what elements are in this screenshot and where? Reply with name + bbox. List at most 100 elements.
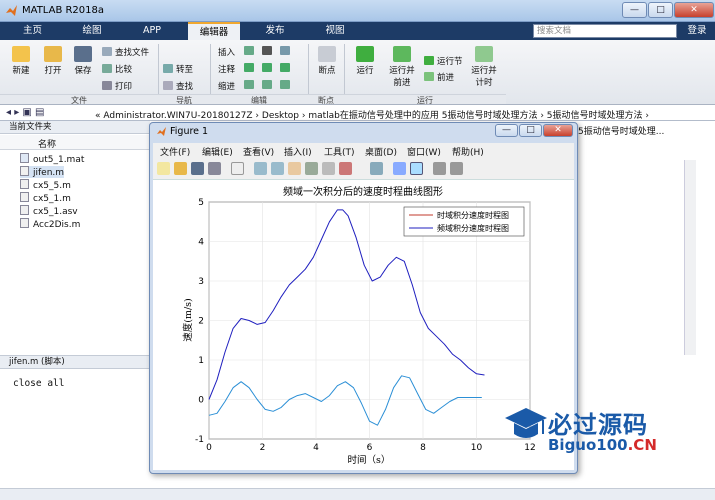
find-button[interactable]: 查找 (163, 80, 193, 92)
legend-icon[interactable] (410, 162, 423, 175)
run-and-time-button[interactable]: 运行并 计时 (466, 46, 502, 88)
x-tick-label: 6 (367, 443, 373, 453)
figure-title: Figure 1 (170, 126, 209, 137)
search-docs-input[interactable]: 搜索文档 (533, 24, 677, 38)
editor-scrollbar[interactable] (684, 160, 696, 355)
outdent-icon (280, 80, 290, 89)
run-time-icon (475, 46, 493, 62)
save-icon (74, 46, 92, 62)
indent-button[interactable]: 缩进 (218, 80, 235, 92)
x-tick-label: 4 (313, 443, 319, 453)
nav-arrows[interactable]: ◂ ▸ ▣ ▤ (6, 107, 45, 118)
save-icon[interactable] (191, 162, 204, 175)
x-axis-label: 时间（s） (348, 454, 391, 466)
sign-in-link[interactable]: 登录 (680, 22, 714, 40)
m-file-icon (20, 192, 29, 202)
editor-tab[interactable]: 5振动信号时域处理... (578, 124, 678, 137)
m-file-icon (20, 166, 29, 176)
maximize-button[interactable]: □ (648, 2, 673, 18)
wrap-icon (280, 63, 290, 72)
colorbar-icon[interactable] (393, 162, 406, 175)
pan-icon[interactable] (288, 162, 301, 175)
x-tick-label: 8 (420, 443, 426, 453)
file-item[interactable]: cx5_1.asv (20, 205, 78, 217)
breakpoints-button[interactable]: 断点 (312, 46, 342, 76)
brush-icon[interactable] (339, 162, 352, 175)
folder-icon (44, 46, 62, 62)
mat-file-icon (20, 153, 29, 163)
goto-button[interactable]: 转至 (163, 63, 193, 75)
tab-editor[interactable]: 编辑器 (188, 22, 240, 40)
show-tools-icon[interactable] (450, 162, 463, 175)
new-figure-icon[interactable] (157, 162, 170, 175)
find-files-icon (102, 47, 112, 56)
code-line[interactable]: close all (13, 378, 64, 389)
file-item[interactable]: out5_1.mat (20, 153, 84, 165)
tab-plots[interactable]: 绘图 (67, 22, 117, 40)
run-section-button[interactable]: 运行节 (424, 55, 463, 67)
group-label-file: 文件 (0, 94, 158, 105)
group-label-navigate: 导航 (158, 94, 210, 105)
run-advance-button[interactable]: 运行并 前进 (384, 46, 420, 88)
menu-desktop[interactable]: 桌面(D) (365, 145, 397, 158)
tab-home[interactable]: 主页 (10, 22, 55, 40)
name-column-header[interactable]: 名称 (0, 135, 150, 150)
file-item[interactable]: cx5_1.m (20, 192, 71, 204)
insert-button[interactable]: 插入 (218, 46, 235, 58)
figure-maximize-button[interactable]: □ (519, 124, 542, 137)
tab-apps[interactable]: APP (127, 22, 177, 40)
watermark-url-tld: .CN (627, 436, 657, 454)
menu-edit[interactable]: 编辑(E) (202, 145, 233, 158)
x-tick-label: 0 (206, 443, 212, 453)
menu-view[interactable]: 查看(V) (243, 145, 274, 158)
link-plot-icon[interactable] (370, 162, 383, 175)
legend-label-2: 频域积分速度时程图 (437, 223, 509, 233)
find-files-button[interactable]: 查找文件 (102, 46, 149, 58)
file-item[interactable]: cx5_5.m (20, 179, 71, 191)
edit-icons-grid (244, 46, 304, 90)
open-icon[interactable] (174, 162, 187, 175)
asv-file-icon (20, 205, 29, 215)
watermark-url: Biguo100.CN (548, 436, 657, 454)
menu-window[interactable]: 窗口(W) (407, 145, 441, 158)
rotate-icon[interactable] (305, 162, 318, 175)
find-icon (163, 81, 173, 90)
run-advance-icon (393, 46, 411, 62)
up-folder-icon[interactable]: ▣ (22, 107, 31, 118)
minimize-button[interactable]: — (622, 2, 647, 18)
group-label-run: 运行 (344, 94, 506, 105)
tab-view[interactable]: 视图 (312, 22, 358, 40)
menu-insert[interactable]: 插入(I) (284, 145, 312, 158)
hide-tools-icon[interactable] (433, 162, 446, 175)
save-button[interactable]: 保存 (68, 46, 98, 76)
current-path[interactable]: « Administrator.WIN7U-20180127Z › Deskto… (95, 108, 649, 121)
menu-help[interactable]: 帮助(H) (452, 145, 484, 158)
file-item-selected[interactable]: jifen.m (20, 166, 64, 178)
open-button[interactable]: 打开 (38, 46, 68, 76)
compare-button[interactable]: 比较 (102, 63, 132, 75)
browse-folder-icon[interactable]: ▤ (35, 107, 44, 118)
menu-file[interactable]: 文件(F) (160, 145, 190, 158)
print-icon[interactable] (208, 162, 221, 175)
zoom-in-icon[interactable] (254, 162, 267, 175)
print-button[interactable]: 打印 (102, 80, 132, 92)
tab-publish[interactable]: 发布 (252, 22, 298, 40)
advance-button[interactable]: 前进 (424, 71, 454, 83)
figure-close-button[interactable]: ✕ (543, 124, 573, 137)
chart-title: 频域一次积分后的速度时程曲线图形 (283, 185, 443, 198)
figure-minimize-button[interactable]: — (495, 124, 518, 137)
zoom-out-icon[interactable] (271, 162, 284, 175)
menu-tools[interactable]: 工具(T) (324, 145, 355, 158)
pointer-icon[interactable] (231, 162, 244, 175)
details-header: jifen.m (脚本) (0, 355, 150, 369)
run-button[interactable]: 运行 (350, 46, 380, 76)
new-button[interactable]: 新建 (6, 46, 36, 76)
data-cursor-icon[interactable] (322, 162, 335, 175)
y-tick-label: 3 (198, 277, 204, 287)
y-tick-label: 1 (198, 356, 204, 366)
insert-section-icon (244, 46, 254, 55)
comment-button[interactable]: 注释 (218, 63, 235, 75)
file-item[interactable]: Acc2Dis.m (20, 218, 80, 230)
m-file-icon (20, 218, 29, 228)
close-button[interactable]: ✕ (674, 2, 714, 18)
